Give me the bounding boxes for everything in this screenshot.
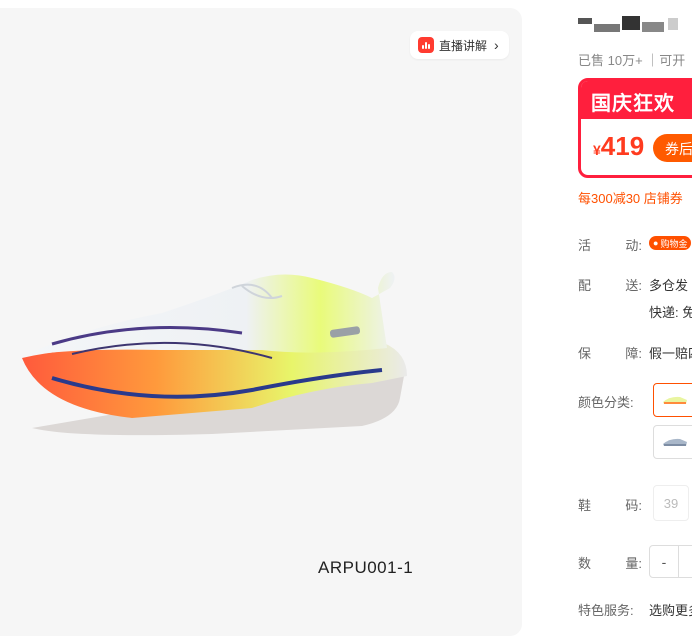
- price: ¥419: [593, 131, 644, 162]
- coupon-price-button[interactable]: 券后: [653, 134, 692, 162]
- product-image-panel: 直播讲解 › ARPU001-1: [0, 8, 522, 636]
- shipping-value: 多仓发: [649, 278, 689, 293]
- quantity-input[interactable]: [679, 545, 692, 578]
- quantity-label: 数量:: [578, 556, 642, 571]
- chevron-right-icon: ›: [494, 37, 499, 53]
- fire-icon: ●: [653, 238, 659, 248]
- live-explain-label: 直播讲解: [439, 38, 488, 53]
- quantity-minus-button[interactable]: -: [649, 545, 679, 578]
- activity-label: 活动:: [578, 238, 642, 253]
- size-label: 鞋码:: [578, 498, 642, 513]
- model-code: ARPU001-1: [318, 558, 414, 577]
- color-option-2[interactable]: [653, 425, 692, 459]
- guarantee-value: 假一赔四: [649, 346, 692, 361]
- product-info-column: 已售 10万+ ｜可开 国庆狂欢 ¥419 券后 每300减30 店铺券 活动:…: [578, 0, 692, 641]
- quantity-stepper: -: [649, 545, 692, 578]
- price-symbol: ¥: [593, 142, 601, 158]
- promo-card: 国庆狂欢 ¥419 券后: [578, 78, 692, 178]
- live-chart-icon: [418, 37, 434, 53]
- color-option-1[interactable]: [653, 383, 692, 417]
- size-option-39[interactable]: 39: [653, 485, 689, 521]
- product-title-redacted: [578, 14, 678, 36]
- shoe-image: [22, 272, 407, 436]
- service-value[interactable]: 选购更多: [649, 600, 692, 619]
- service-label: 特色服务:: [578, 603, 634, 618]
- sold-count: 已售 10万+ ｜可开: [578, 53, 686, 68]
- promo-title: 国庆狂欢: [581, 81, 692, 119]
- shopping-gold-tag[interactable]: ● 购物金: [649, 236, 692, 250]
- shipping-label: 配送:: [578, 278, 642, 293]
- discount-text[interactable]: 每300减30 店铺券: [578, 188, 683, 207]
- live-explain-button[interactable]: 直播讲解 ›: [410, 31, 509, 59]
- price-value: 419: [600, 131, 645, 161]
- color-thumb-2: [663, 438, 687, 446]
- guarantee-label: 保障:: [578, 346, 642, 361]
- color-thumb-1: [663, 396, 687, 404]
- shipping-value-2: 快递: 免: [649, 305, 692, 320]
- color-label: 颜色分类:: [578, 395, 634, 410]
